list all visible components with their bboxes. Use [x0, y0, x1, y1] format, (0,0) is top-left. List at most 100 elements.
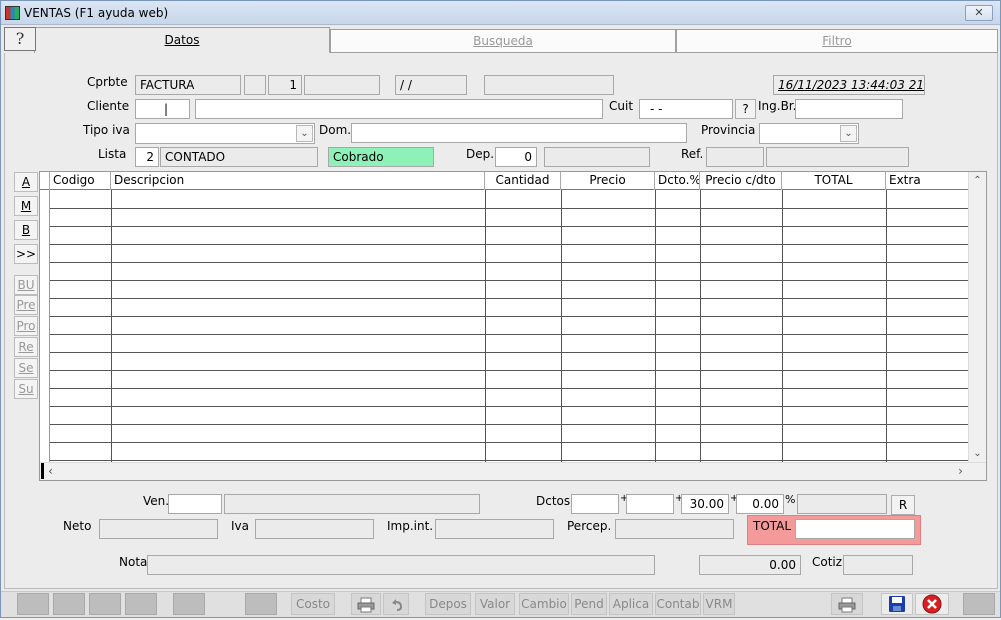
col-cantidad[interactable]: Cantidad	[485, 172, 561, 190]
toolbar-slot-6[interactable]	[245, 593, 277, 615]
col-precio[interactable]: Precio	[561, 172, 655, 190]
toolbar-slot-7[interactable]	[963, 593, 995, 615]
print-icon[interactable]	[351, 593, 381, 615]
grid-header: Codigo Descripcion Cantidad Precio Dcto.…	[40, 172, 968, 190]
tab-busqueda[interactable]: Busqueda	[330, 29, 676, 53]
dom-label: Dom.	[319, 123, 352, 137]
cuit-label: Cuit	[609, 99, 634, 113]
ven-label: Ven.	[143, 494, 170, 508]
cuit-help-button[interactable]: ?	[735, 99, 756, 119]
grid-row-divider	[50, 370, 968, 371]
col-descripcion[interactable]: Descripcion	[111, 172, 485, 190]
print-document-icon[interactable]	[831, 593, 863, 615]
title-bar: VENTAS (F1 ayuda web) ✕	[1, 1, 1000, 25]
aplica-button[interactable]: Aplica	[609, 593, 653, 615]
cprbte-extra-field[interactable]	[484, 75, 614, 95]
col-codigo[interactable]: Codigo	[50, 172, 111, 190]
nota-label: Nota	[119, 555, 148, 569]
cprbte-letter-field[interactable]	[244, 75, 266, 95]
cambio-button[interactable]: Cambio	[519, 593, 569, 615]
col-extra[interactable]: Extra	[886, 172, 968, 190]
vertical-scrollbar[interactable]: ⌃ ⌄	[968, 172, 986, 462]
save-icon[interactable]	[881, 593, 913, 615]
cancel-icon[interactable]	[915, 593, 949, 615]
cprbte-point-field[interactable]: 1	[268, 75, 302, 95]
add-item-button[interactable]: A	[14, 172, 38, 192]
tipoiva-select[interactable]: ⌄	[135, 123, 315, 144]
dctos-label: Dctos.	[536, 494, 574, 508]
su-button[interactable]: Su	[14, 379, 38, 399]
cotiz-field[interactable]	[843, 555, 913, 575]
depos-button[interactable]: Depos	[425, 593, 471, 615]
dep-name-field	[544, 147, 650, 167]
col-precio-cdto[interactable]: Precio c/dto	[700, 172, 782, 190]
bu-button[interactable]: BU	[14, 275, 38, 295]
cliente-name-field[interactable]	[195, 99, 603, 119]
toolbar-slot-3[interactable]	[89, 593, 121, 615]
ref-extra-field[interactable]	[766, 147, 909, 167]
toolbar-slot-4[interactable]	[125, 593, 157, 615]
dcto2-field[interactable]	[626, 494, 674, 514]
ven-code-field[interactable]	[168, 494, 222, 514]
grid-column-divider	[485, 190, 486, 462]
scroll-down-icon[interactable]: ⌄	[969, 445, 986, 462]
valor-button[interactable]: Valor	[475, 593, 515, 615]
ref-label: Ref.	[681, 147, 704, 161]
se-button[interactable]: Se	[14, 358, 38, 378]
re-button[interactable]: Re	[14, 337, 38, 357]
scroll-right-icon[interactable]: ›	[952, 463, 969, 480]
tab-filtro-label: Filtro	[822, 34, 852, 48]
pend-button[interactable]: Pend	[571, 593, 607, 615]
lista-code-field[interactable]: 2	[135, 147, 159, 167]
provincia-select[interactable]: ⌄	[759, 123, 859, 144]
pre-button[interactable]: Pre	[14, 295, 38, 315]
vrm-button[interactable]: VRM	[703, 593, 735, 615]
cliente-code-field[interactable]: |	[135, 99, 190, 119]
cprbte-type-field[interactable]: FACTURA	[135, 75, 241, 95]
ref-field[interactable]	[706, 147, 764, 167]
dep-field[interactable]: 0	[495, 147, 537, 167]
chevron-down-icon[interactable]: ⌄	[296, 125, 313, 142]
help-button[interactable]: ?	[4, 27, 36, 51]
ingbr-field[interactable]	[795, 99, 903, 119]
col-dcto[interactable]: Dcto.%	[655, 172, 700, 190]
cprbte-date-field[interactable]: / /	[395, 75, 467, 95]
col-total[interactable]: TOTAL	[782, 172, 886, 190]
scroll-left-icon[interactable]: ‹	[42, 463, 59, 480]
toolbar-slot-5[interactable]	[173, 593, 205, 615]
cuit-field[interactable]: - -	[639, 99, 733, 119]
costo-button[interactable]: Costo	[291, 593, 335, 615]
neto-label: Neto	[63, 519, 92, 533]
more-button[interactable]: >>	[14, 244, 38, 264]
dom-field[interactable]	[351, 123, 687, 143]
r-button[interactable]: R	[891, 495, 915, 515]
tab-filtro[interactable]: Filtro	[676, 29, 998, 53]
undo-icon[interactable]	[383, 593, 409, 615]
tab-datos[interactable]: Datos	[34, 27, 330, 54]
grid-corner	[40, 172, 50, 190]
lista-label: Lista	[98, 147, 127, 161]
nota-field[interactable]	[147, 555, 655, 575]
grid-column-divider	[782, 190, 783, 462]
items-grid[interactable]: Codigo Descripcion Cantidad Precio Dcto.…	[39, 171, 987, 481]
horizontal-scrollbar[interactable]: ‹ ›	[40, 462, 986, 480]
total-field	[795, 519, 915, 539]
contab-button[interactable]: Contab	[655, 593, 701, 615]
toolbar-slot-1[interactable]	[17, 593, 49, 615]
percep-field	[615, 519, 734, 539]
scroll-up-icon[interactable]: ⌃	[969, 172, 986, 189]
dcto4-field[interactable]: 0.00	[736, 494, 784, 514]
modify-item-button[interactable]: M	[14, 196, 38, 216]
cprbte-number-field[interactable]	[304, 75, 380, 95]
chevron-down-icon[interactable]: ⌄	[840, 125, 857, 142]
tab-datos-label: Datos	[164, 33, 200, 47]
dcto3-field[interactable]: 30.00	[681, 494, 729, 514]
delete-item-button[interactable]: B	[14, 220, 38, 240]
grid-row-divider	[50, 262, 968, 263]
toolbar-slot-2[interactable]	[53, 593, 85, 615]
close-button[interactable]: ✕	[965, 5, 993, 21]
pro-button[interactable]: Pro	[14, 316, 38, 336]
grid-row-divider	[50, 280, 968, 281]
dcto1-field[interactable]	[571, 494, 619, 514]
impint-label: Imp.int.	[387, 519, 434, 533]
